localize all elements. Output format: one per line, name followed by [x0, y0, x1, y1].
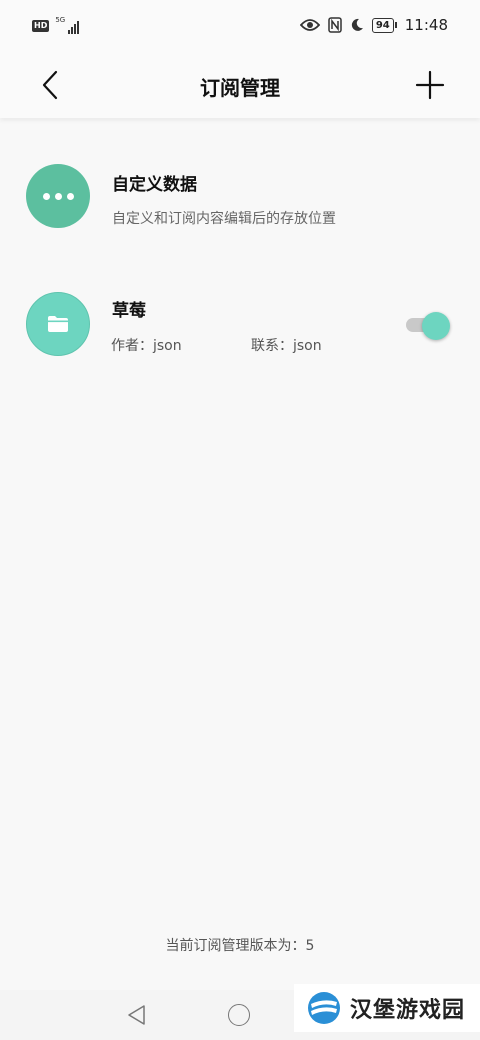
watermark-text: 汉堡游戏园 [350, 997, 466, 1023]
nfc-icon [328, 17, 342, 33]
eye-icon [299, 19, 320, 31]
clock: 11:48 [404, 16, 448, 34]
plus-icon [415, 70, 445, 100]
moon-icon [351, 18, 363, 31]
status-bar-right: 94 11:48 [299, 16, 448, 34]
network-type: 5G [55, 16, 66, 24]
nav-back-icon[interactable] [124, 1002, 150, 1028]
watermark-logo-icon [308, 992, 340, 1024]
watermark: 汉堡游戏园 [294, 984, 480, 1032]
page-title: 订阅管理 [200, 76, 280, 100]
app-header: 订阅管理 [0, 54, 480, 118]
subscription-contact: 联系：json [251, 338, 322, 354]
hd-badge: HD [32, 20, 50, 32]
subscription-description: 自定义和订阅内容编辑后的存放位置 [112, 211, 336, 227]
subscription-item-strawberry[interactable]: 草莓 作者：json 联系：json [0, 268, 480, 378]
subscription-name: 自定义数据 [112, 175, 197, 195]
version-text: 当前订阅管理版本为：5 [165, 938, 315, 954]
nav-home-icon[interactable] [228, 1004, 250, 1026]
add-subscription-button[interactable] [410, 66, 450, 106]
more-dots-icon [26, 164, 90, 228]
battery-icon: 94 [371, 17, 397, 33]
signal-icon: 5G [55, 16, 80, 34]
subscription-item-custom-data[interactable]: 自定义数据 自定义和订阅内容编辑后的存放位置 [0, 140, 480, 250]
subscription-name: 草莓 [112, 301, 146, 321]
status-bar-left: HD 5G [32, 16, 80, 34]
status-bar: HD 5G 94 11:48 [0, 0, 480, 54]
battery-level: 94 [371, 17, 394, 33]
subscription-toggle[interactable] [406, 312, 450, 340]
subscription-author: 作者：json [111, 338, 182, 354]
folder-icon [26, 292, 90, 356]
